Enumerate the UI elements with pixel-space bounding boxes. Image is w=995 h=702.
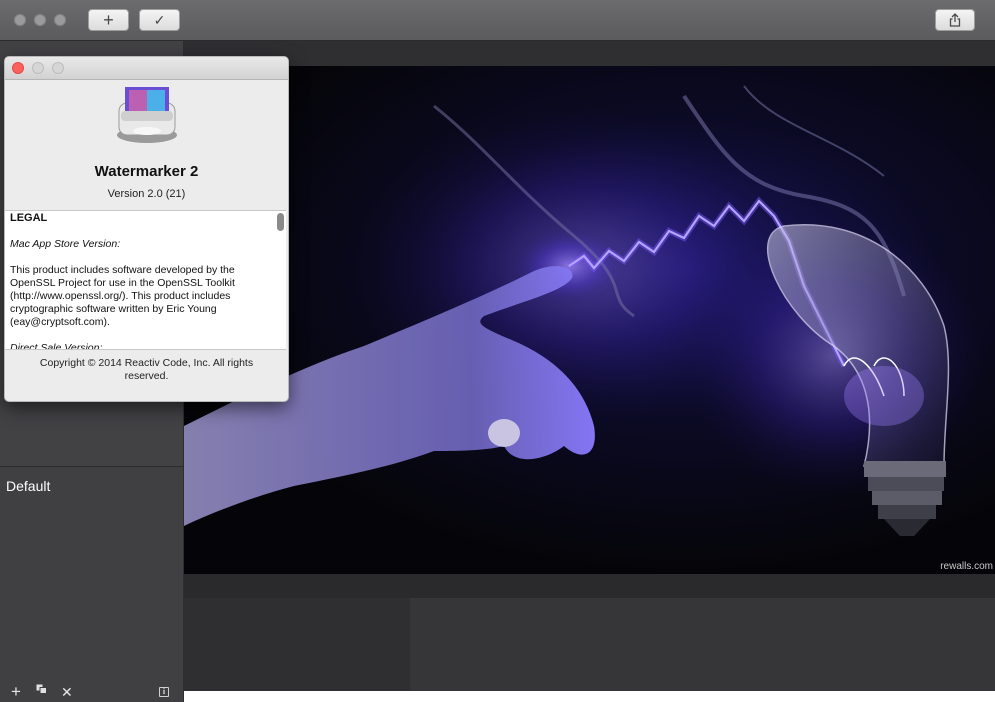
legal-scrollbar[interactable]	[277, 213, 284, 347]
app-name: Watermarker 2	[94, 163, 199, 180]
mas-text: This product includes software developed…	[10, 264, 235, 328]
app-icon	[117, 87, 177, 143]
canvas-lower-panel	[410, 598, 995, 691]
legal-scroll-thumb[interactable]	[277, 213, 284, 231]
add-image-button[interactable]: +	[88, 9, 129, 31]
direct-sale-heading: Direct Sale Version:	[10, 342, 103, 350]
apply-button[interactable]: ✓	[139, 9, 180, 31]
canvas-under-image	[184, 574, 995, 598]
info-button[interactable]: i	[159, 687, 169, 697]
about-zoom-button	[52, 62, 64, 74]
window-toolbar: + ✓	[0, 0, 995, 41]
about-titlebar	[5, 57, 288, 80]
window-close-button[interactable]	[14, 14, 26, 26]
add-preset-button[interactable]: +	[11, 683, 21, 700]
legal-text-area[interactable]: LEGAL Mac App Store Version: This produc…	[5, 210, 286, 350]
about-dialog: Watermarker 2 Version 2.0 (21) LEGAL Mac…	[4, 56, 289, 402]
window-minimize-button[interactable]	[34, 14, 46, 26]
checkmark-icon: ✓	[153, 11, 166, 28]
plus-icon: +	[103, 9, 114, 30]
window-zoom-button[interactable]	[54, 14, 66, 26]
duplicate-preset-button[interactable]	[36, 681, 47, 697]
about-minimize-button	[32, 62, 44, 74]
duplicate-icon	[36, 684, 47, 694]
hand-lightbulb-illustration	[184, 85, 984, 536]
image-watermark: rewalls.com	[940, 561, 993, 572]
mas-heading: Mac App Store Version:	[10, 238, 121, 250]
share-icon	[949, 13, 961, 27]
app-version: Version 2.0 (21)	[107, 188, 186, 200]
about-close-button[interactable]	[12, 62, 24, 74]
copyright-text: Copyright © 2014 Reactiv Code, Inc. All …	[39, 357, 254, 382]
legal-content: LEGAL Mac App Store Version: This produc…	[10, 212, 270, 350]
delete-preset-button[interactable]: ✕	[61, 684, 73, 700]
sidebar-divider	[0, 466, 183, 467]
preview-image[interactable]: rewalls.com	[184, 66, 995, 574]
preset-item-default[interactable]: Default	[6, 478, 50, 494]
bottom-strip	[184, 691, 995, 702]
legal-heading: LEGAL	[10, 212, 48, 224]
share-button[interactable]	[935, 9, 975, 31]
